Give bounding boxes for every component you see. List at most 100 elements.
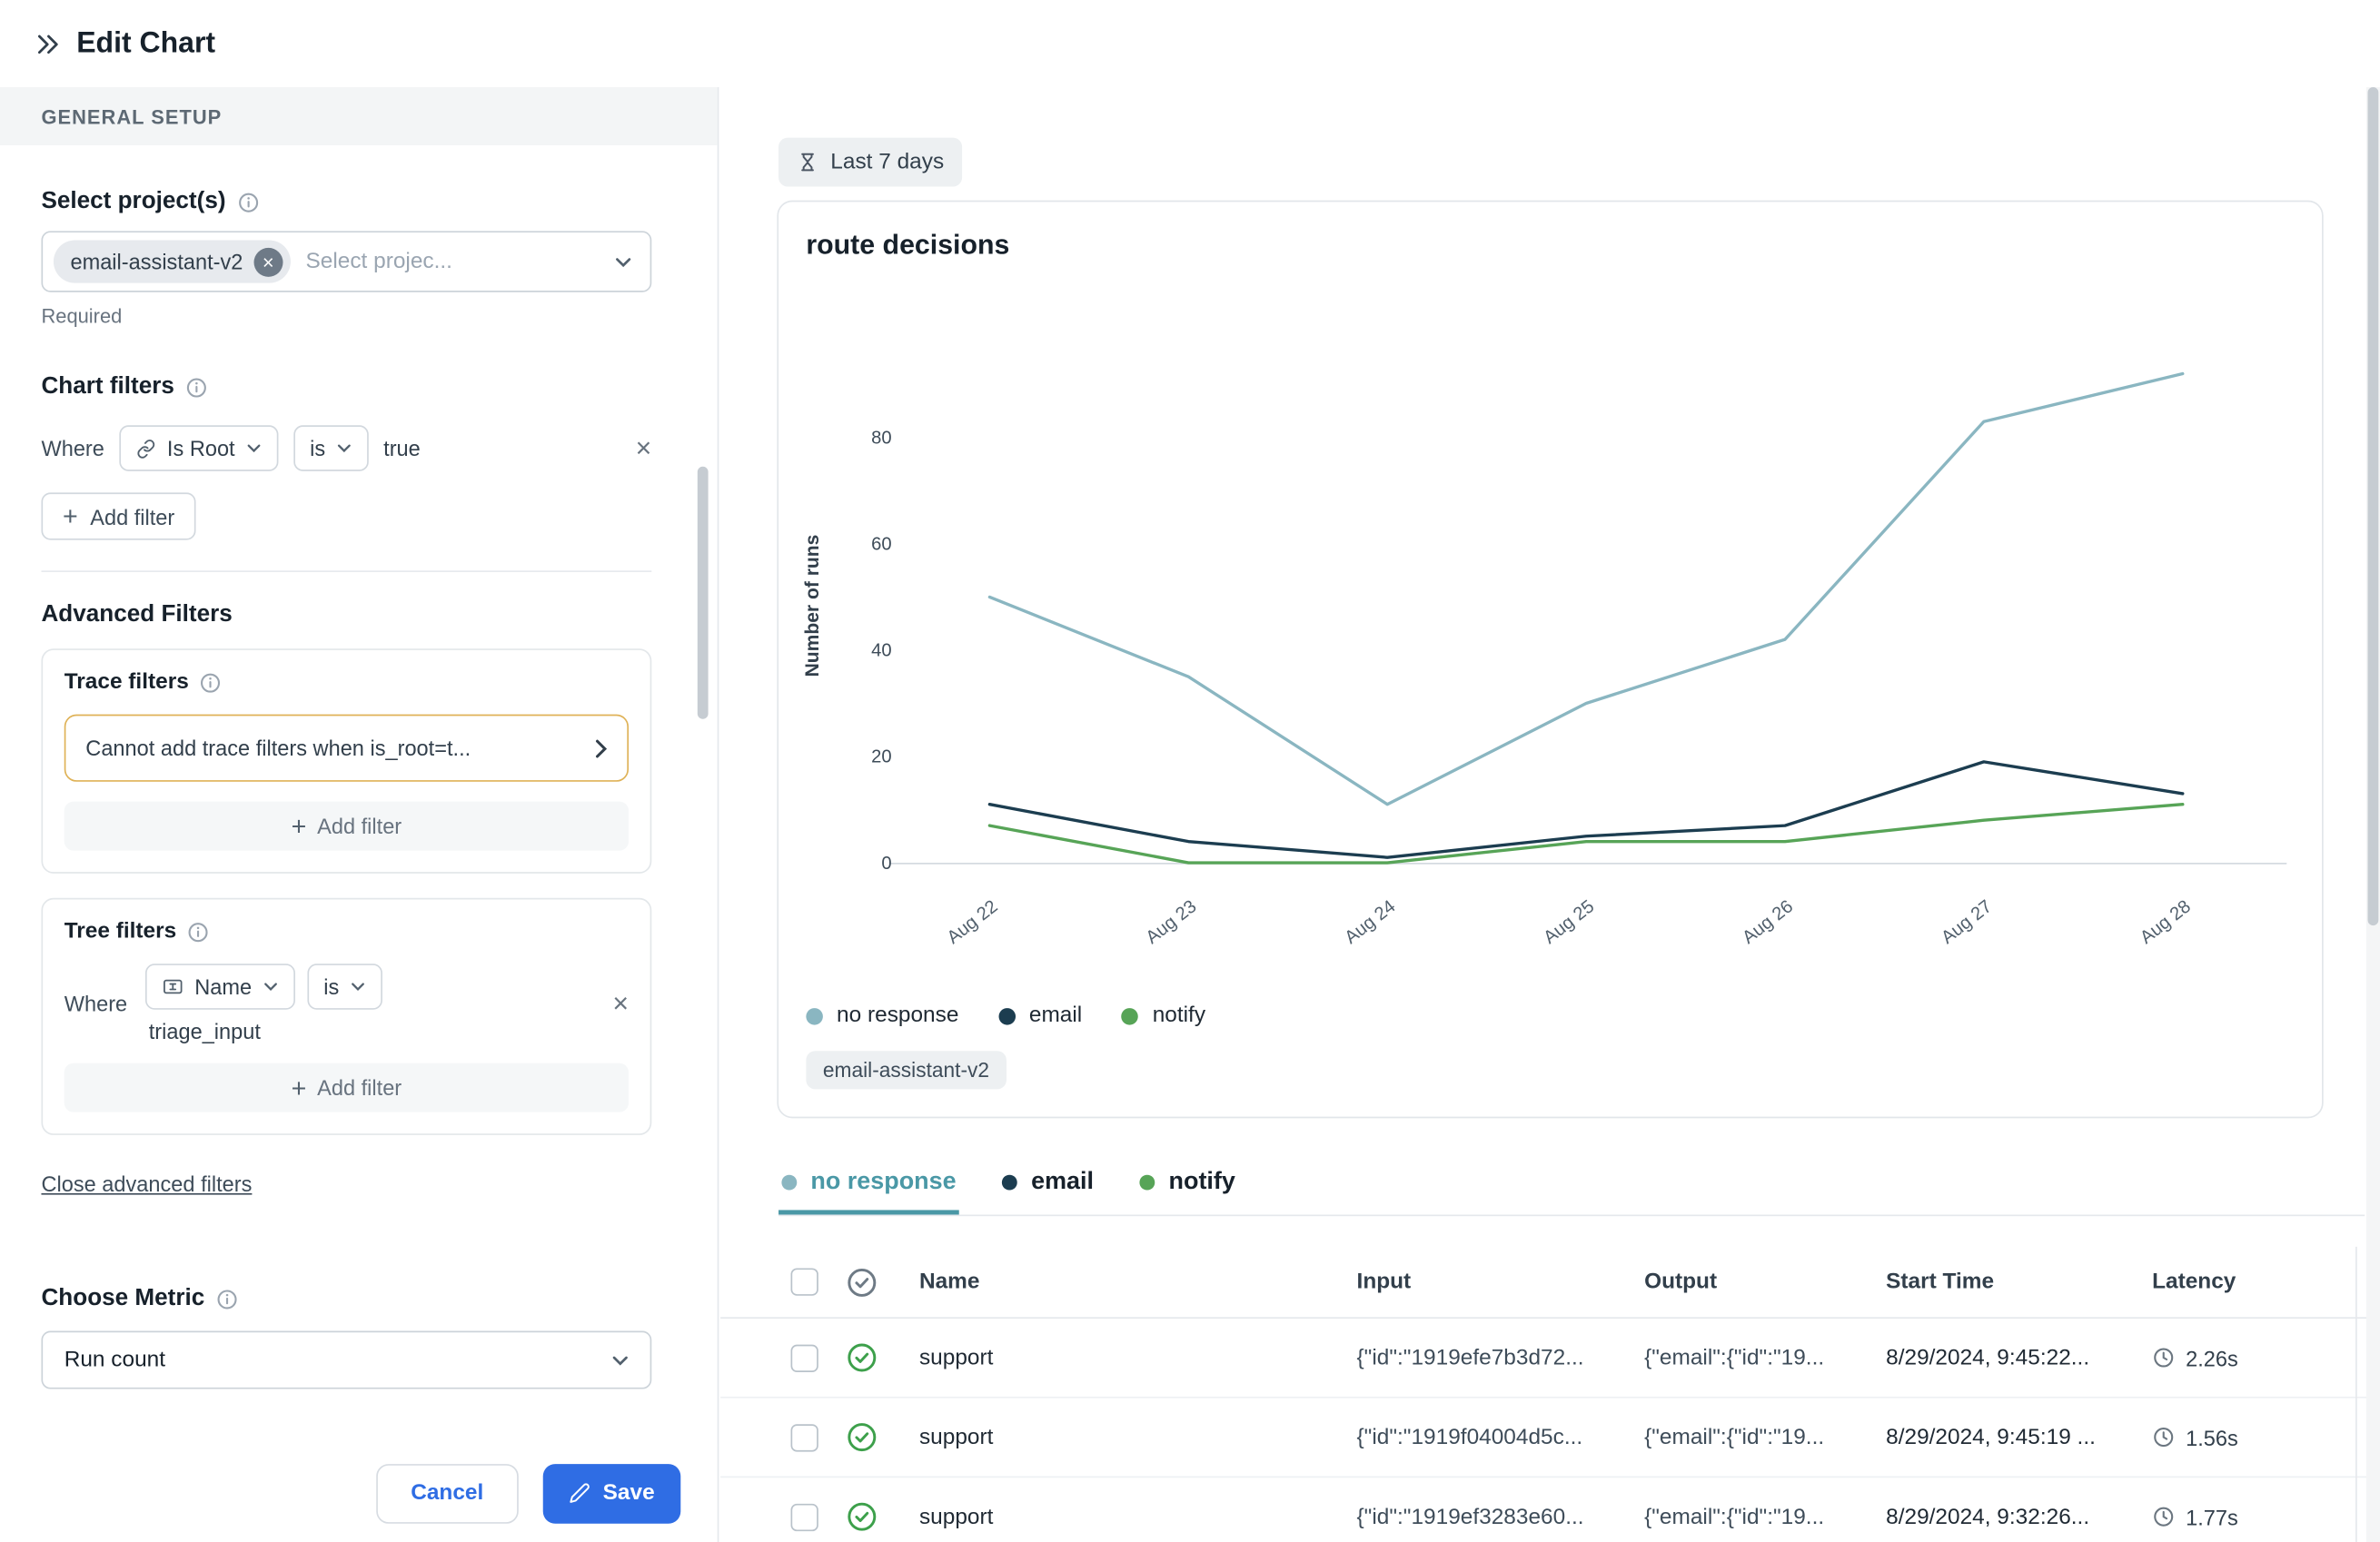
status-success-icon	[846, 1421, 919, 1453]
svg-text:40: 40	[871, 641, 891, 661]
tab-email[interactable]: email	[999, 1153, 1097, 1214]
legend-item-no-response[interactable]: no response	[806, 1003, 958, 1028]
tab-no-response[interactable]: no response	[778, 1153, 959, 1214]
line-chart[interactable]: 020406080Number of runsAug 22Aug 23Aug 2…	[788, 269, 2286, 988]
status-success-icon	[846, 1500, 919, 1532]
svg-text:20: 20	[871, 747, 891, 767]
legend-label: notify	[1153, 1003, 1205, 1028]
sidebar-footer: Cancel Save	[0, 1444, 718, 1542]
select-all-checkbox[interactable]	[791, 1268, 818, 1295]
tab-label: notify	[1169, 1168, 1235, 1195]
row-checkbox[interactable]	[791, 1503, 818, 1530]
svg-text:Aug 25: Aug 25	[1540, 896, 1598, 948]
legend-dot-icon	[998, 1007, 1016, 1024]
required-label: Required	[41, 304, 651, 327]
edit-chart-screen: Edit Chart GENERAL SETUP Select project(…	[0, 0, 2380, 1542]
choose-metric-label: Choose Metric	[41, 1285, 204, 1312]
info-icon	[200, 671, 223, 694]
row-checkbox[interactable]	[791, 1423, 818, 1450]
cell-input: {"id":"1919ef3283e60...	[1357, 1505, 1645, 1529]
tab-label: email	[1031, 1168, 1094, 1195]
project-select-placeholder: Select projec...	[305, 250, 600, 274]
col-latency: Latency	[2152, 1270, 2355, 1294]
project-chip-label: email-assistant-v2	[70, 250, 243, 274]
status-column-icon	[846, 1266, 919, 1298]
save-button[interactable]: Save	[543, 1463, 680, 1523]
tree-filter-value[interactable]: triage_input	[145, 1019, 594, 1043]
pencil-icon	[570, 1482, 591, 1504]
metric-value: Run count	[64, 1348, 165, 1372]
tree-operator-dropdown[interactable]: is	[307, 964, 382, 1010]
svg-text:Aug 28: Aug 28	[2137, 896, 2195, 948]
table-row[interactable]: support{"id":"1919efe7b3d72...{"email":{…	[720, 1319, 2380, 1399]
chevron-down-icon	[612, 1355, 630, 1366]
remove-filter-icon[interactable]: ×	[636, 434, 652, 461]
legend-dot-icon	[1122, 1007, 1139, 1024]
legend-item-email[interactable]: email	[998, 1003, 1082, 1028]
svg-text:Aug 26: Aug 26	[1739, 896, 1797, 948]
trace-filters-card: Trace filters Cannot add trace filters w…	[41, 648, 651, 874]
main-content: Last 7 days route decisions 020406080Num…	[720, 87, 2380, 1542]
cell-name[interactable]: support	[919, 1505, 1357, 1529]
col-name: Name	[919, 1270, 1357, 1294]
cell-output: {"email":{"id":"19...	[1644, 1425, 1886, 1449]
project-chip: email-assistant-v2 ×	[54, 240, 291, 282]
info-icon	[185, 376, 208, 399]
trace-add-filter-button[interactable]: + Add filter	[64, 802, 629, 851]
remove-tree-filter-icon[interactable]: ×	[612, 990, 629, 1017]
filter-field-dropdown[interactable]: Is Root	[120, 425, 278, 471]
header: Edit Chart	[0, 0, 2380, 87]
tree-field-dropdown[interactable]: Name	[145, 964, 294, 1010]
metric-select[interactable]: Run count	[41, 1331, 651, 1389]
chevron-down-icon	[336, 444, 352, 453]
close-advanced-filters-link[interactable]: Close advanced filters	[41, 1171, 252, 1196]
project-select[interactable]: email-assistant-v2 × Select projec...	[41, 231, 651, 292]
filter-operator-dropdown[interactable]: is	[293, 425, 369, 471]
filter-value[interactable]: true	[383, 436, 421, 460]
sidebar: GENERAL SETUP Select project(s) email-as…	[0, 87, 719, 1542]
table-row[interactable]: support{"id":"1919f04004d5c...{"email":{…	[720, 1399, 2380, 1478]
sidebar-scrollbar[interactable]	[698, 467, 709, 719]
text-field-icon	[163, 976, 184, 998]
latency-value: 1.56s	[2186, 1425, 2238, 1449]
chart-filters-label: Chart filters	[41, 373, 174, 400]
divider	[41, 570, 651, 572]
table-body: support{"id":"1919efe7b3d72...{"email":{…	[720, 1319, 2380, 1542]
tree-add-filter-button[interactable]: + Add filter	[64, 1063, 629, 1112]
svg-text:80: 80	[871, 429, 891, 449]
time-range-button[interactable]: Last 7 days	[778, 138, 962, 187]
page-scrollbar-track	[2366, 87, 2380, 1542]
advanced-filters-title: Advanced Filters	[41, 601, 651, 628]
cell-name[interactable]: support	[919, 1425, 1357, 1449]
chevron-down-icon	[245, 444, 261, 453]
info-icon	[236, 191, 259, 213]
legend-label: email	[1029, 1003, 1082, 1028]
tree-filters-card: Tree filters Where Name is	[41, 898, 651, 1135]
trace-add-filter-label: Add filter	[317, 814, 402, 838]
chart-legend: no response email notify	[806, 1003, 1205, 1028]
cell-output: {"email":{"id":"19...	[1644, 1346, 1886, 1370]
add-filter-label: Add filter	[90, 504, 174, 529]
svg-text:Number of runs: Number of runs	[802, 535, 823, 677]
column-divider	[2355, 1247, 2357, 1542]
tree-add-filter-label: Add filter	[317, 1075, 402, 1100]
svg-text:Aug 27: Aug 27	[1938, 896, 1996, 948]
cell-name[interactable]: support	[919, 1346, 1357, 1370]
svg-text:60: 60	[871, 535, 891, 555]
collapse-panel-icon[interactable]	[34, 30, 61, 57]
remove-project-icon[interactable]: ×	[253, 247, 283, 276]
legend-item-notify[interactable]: notify	[1122, 1003, 1205, 1028]
tab-notify[interactable]: notify	[1136, 1153, 1238, 1214]
table-row[interactable]: support{"id":"1919ef3283e60...{"email":{…	[720, 1478, 2380, 1542]
cell-output: {"email":{"id":"19...	[1644, 1505, 1886, 1529]
table-header: Name Input Output Start Time Latency	[720, 1247, 2380, 1319]
cancel-button[interactable]: Cancel	[375, 1463, 519, 1523]
where-label: Where	[41, 436, 104, 460]
info-icon	[215, 1288, 238, 1310]
cell-latency: 1.56s	[2152, 1425, 2355, 1449]
page-scrollbar-thumb[interactable]	[2368, 87, 2379, 925]
add-filter-button[interactable]: + Add filter	[41, 492, 195, 539]
trace-filters-warning[interactable]: Cannot add trace filters when is_root=t.…	[64, 715, 629, 782]
row-checkbox[interactable]	[791, 1344, 818, 1371]
col-input: Input	[1357, 1270, 1645, 1294]
